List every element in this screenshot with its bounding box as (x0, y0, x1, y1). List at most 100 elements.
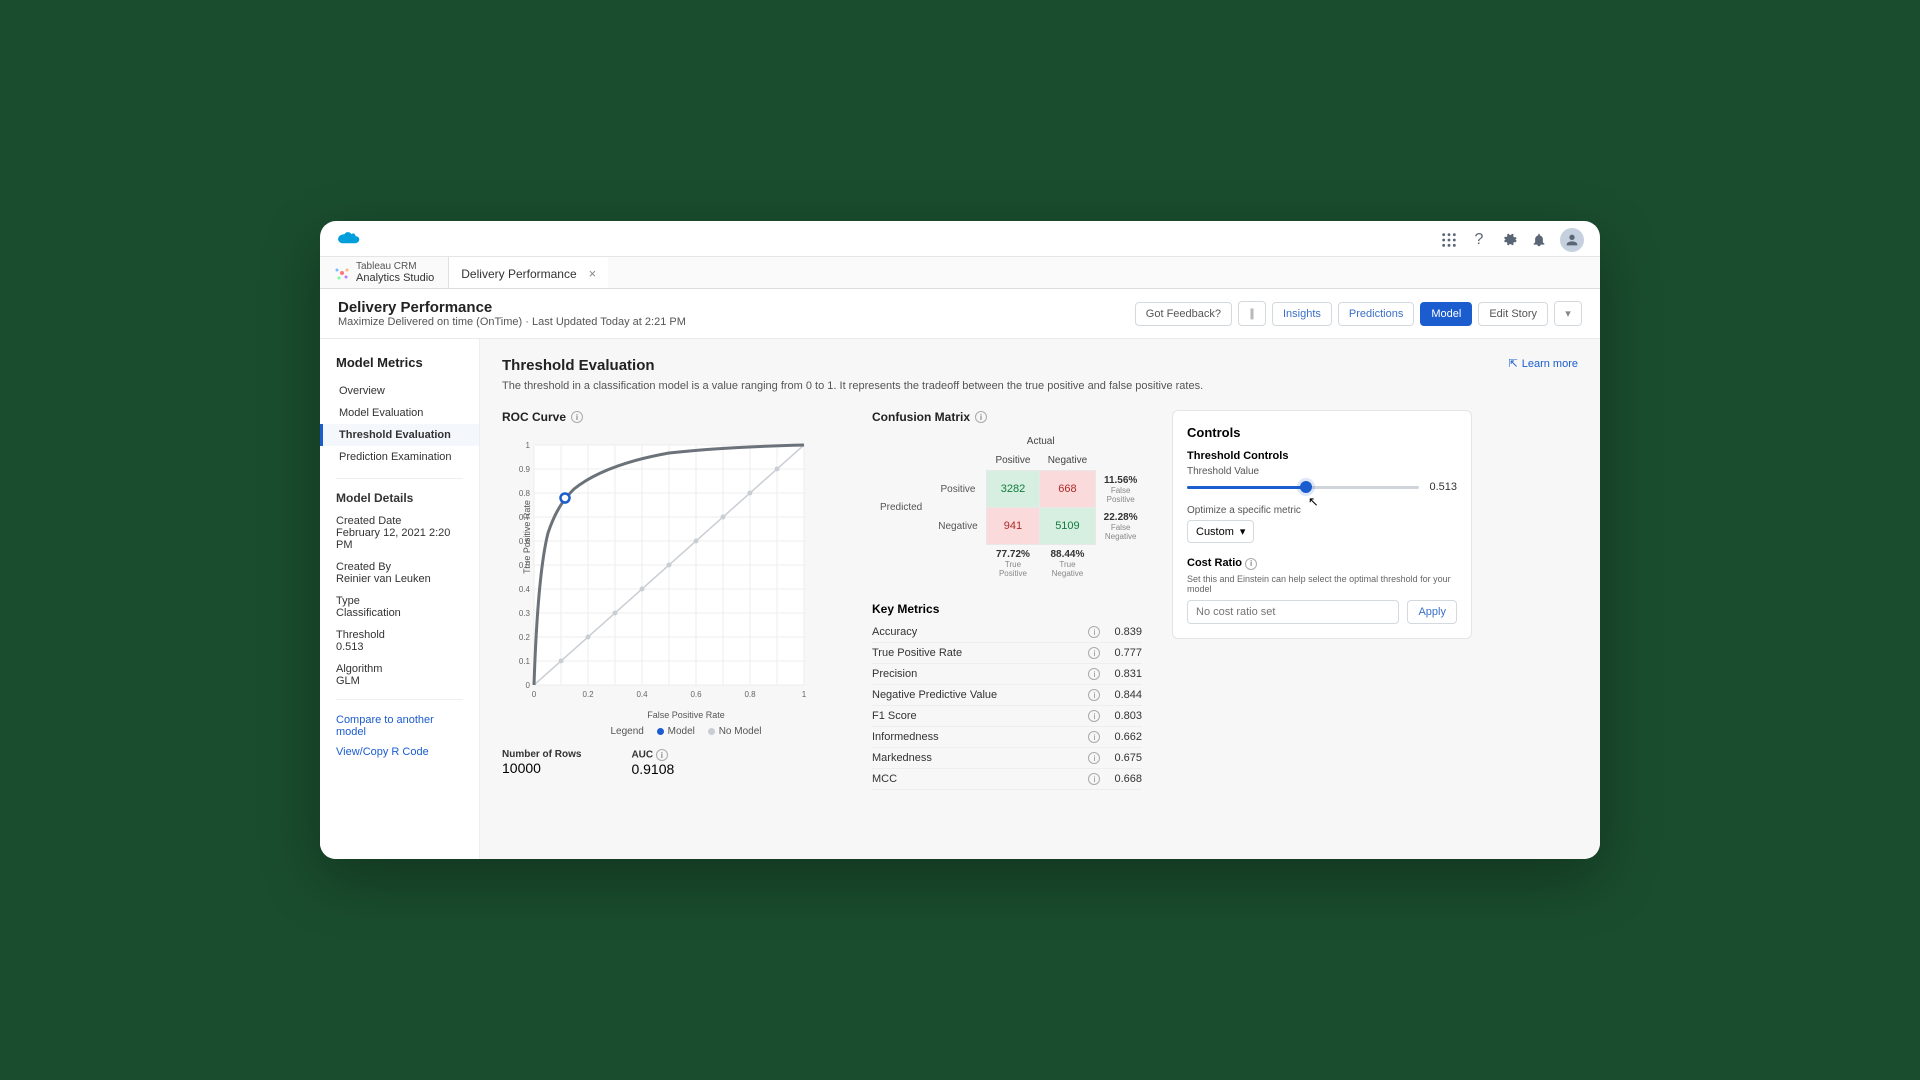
conf-colpos-pct: 77.72% (994, 549, 1031, 560)
cost-desc: Set this and Einstein can help select th… (1187, 574, 1457, 594)
apply-button[interactable]: Apply (1407, 600, 1457, 624)
sidebar-heading: Model Metrics (320, 351, 479, 380)
km-value: 0.831 (1114, 668, 1142, 680)
svg-text:0.8: 0.8 (744, 690, 756, 699)
sidebar-item-model-evaluation[interactable]: Model Evaluation (320, 402, 479, 424)
conf-fp-sub: False Positive (1104, 486, 1138, 504)
app-tab-analytics-studio[interactable]: Tableau CRM Analytics Studio (320, 257, 449, 288)
threshold-heading: Threshold Controls (1187, 450, 1457, 462)
conf-fn: 941 (986, 508, 1039, 545)
key-metrics-title: Key Metrics (872, 602, 1142, 616)
got-feedback-button[interactable]: Got Feedback? (1135, 302, 1232, 326)
info-icon[interactable]: i (1088, 731, 1100, 743)
dropdown-button[interactable]: ▾ (1554, 301, 1582, 326)
km-label: Negative Predictive Value (872, 689, 997, 701)
page-subtitle: Maximize Delivered on time (OnTime) · La… (338, 316, 686, 328)
predictions-button[interactable]: Predictions (1338, 302, 1414, 326)
tabs-row: Tableau CRM Analytics Studio Delivery Pe… (320, 257, 1600, 289)
svg-text:1: 1 (526, 441, 531, 450)
roc-legend: Legend Model No Model (530, 726, 842, 737)
info-icon[interactable]: i (1245, 558, 1257, 570)
gear-icon[interactable] (1500, 231, 1518, 249)
svg-text:0.8: 0.8 (519, 489, 531, 498)
page-header: Delivery Performance Maximize Delivered … (320, 289, 1600, 339)
optimize-select[interactable]: Custom ▾ (1187, 520, 1254, 543)
chevron-down-icon: ▾ (1240, 525, 1246, 538)
info-icon[interactable]: i (1088, 710, 1100, 722)
close-icon[interactable]: × (589, 266, 597, 281)
app-tab-line2: Analytics Studio (356, 272, 434, 284)
km-value: 0.803 (1114, 710, 1142, 722)
roc-panel: ROC Curve i True Positive Rate (502, 410, 842, 777)
sidebar-divider-2 (336, 699, 463, 700)
km-value: 0.839 (1114, 626, 1142, 638)
sidebar-item-overview[interactable]: Overview (320, 380, 479, 402)
conf-col-negative: Negative (1040, 451, 1095, 471)
conf-title: Confusion Matrix (872, 410, 970, 424)
sidebar: Model Metrics Overview Model Evaluation … (320, 339, 480, 859)
sidebar-item-prediction-examination[interactable]: Prediction Examination (320, 446, 479, 468)
conf-fn-pct: 22.28% (1104, 512, 1138, 523)
info-icon[interactable]: i (1088, 647, 1100, 659)
app-tab-line1: Tableau CRM (356, 261, 434, 272)
threshold-value: 0.513 (1429, 481, 1457, 493)
edit-story-button[interactable]: Edit Story (1478, 302, 1548, 326)
info-icon[interactable]: i (1088, 626, 1100, 638)
km-label: Informedness (872, 731, 939, 743)
info-icon[interactable]: i (1088, 689, 1100, 701)
view-r-code-link[interactable]: View/Copy R Code (320, 742, 479, 762)
tab-delivery-performance[interactable]: Delivery Performance × (449, 257, 608, 288)
conf-fn-sub: False Negative (1104, 523, 1138, 541)
info-icon[interactable]: i (571, 411, 583, 423)
conf-tn: 5109 (1040, 508, 1095, 545)
controls-panel: Controls Threshold Controls Threshold Va… (1172, 410, 1472, 639)
info-icon[interactable]: i (1088, 668, 1100, 680)
conf-row-negative: Negative (930, 508, 986, 545)
meta-created-date-value: February 12, 2021 2:20 PM (320, 527, 479, 553)
info-icon[interactable]: i (656, 749, 668, 761)
page-body: Model Metrics Overview Model Evaluation … (320, 339, 1600, 859)
app-launcher-icon[interactable] (1440, 231, 1458, 249)
threshold-slider[interactable]: ↖ (1187, 486, 1419, 489)
cost-ratio-input[interactable] (1187, 600, 1399, 624)
model-button[interactable]: Model (1420, 302, 1472, 326)
sidebar-item-threshold-evaluation[interactable]: Threshold Evaluation (320, 424, 479, 446)
cost-heading: Cost Ratio (1187, 557, 1242, 569)
key-metric-row: MCCi0.668 (872, 769, 1142, 790)
controls-title: Controls (1187, 425, 1457, 440)
insights-button[interactable]: Insights (1272, 302, 1332, 326)
sidebar-divider (336, 478, 463, 479)
svg-text:0.4: 0.4 (636, 690, 648, 699)
main-content: Threshold Evaluation The threshold in a … (480, 339, 1600, 859)
svg-text:1: 1 (802, 690, 807, 699)
km-label: Precision (872, 668, 917, 680)
threshold-label: Threshold Value (1187, 466, 1457, 477)
compare-model-link[interactable]: Compare to another model (320, 710, 479, 742)
km-label: Accuracy (872, 626, 917, 638)
learn-more-link[interactable]: ⇱ Learn more (1509, 357, 1578, 370)
conf-fp: 668 (1040, 471, 1095, 508)
svg-text:0.4: 0.4 (519, 585, 531, 594)
conf-tp: 3282 (986, 471, 1039, 508)
help-icon[interactable]: ? (1470, 231, 1488, 249)
roc-title: ROC Curve (502, 410, 566, 424)
section-title: Threshold Evaluation (502, 357, 1203, 374)
rows-label: Number of Rows (502, 749, 581, 760)
km-value: 0.777 (1114, 647, 1142, 659)
auc-label: AUC (631, 750, 653, 761)
svg-text:0.1: 0.1 (519, 657, 531, 666)
svg-text:0.9: 0.9 (519, 465, 531, 474)
km-label: MCC (872, 773, 897, 785)
info-icon[interactable]: i (1088, 752, 1100, 764)
meta-created-date-label: Created Date (320, 507, 479, 527)
avatar[interactable] (1560, 228, 1584, 252)
key-metric-row: Precision i 0.831 (872, 664, 1142, 685)
salesforce-logo-icon (336, 227, 364, 252)
page-title: Delivery Performance (338, 299, 686, 316)
pause-button[interactable]: ∥ (1238, 301, 1266, 326)
info-icon[interactable]: i (975, 411, 987, 423)
bell-icon[interactable] (1530, 231, 1548, 249)
info-icon[interactable]: i (1088, 773, 1100, 785)
meta-algorithm-value: GLM (320, 675, 479, 689)
legend-dot-model (657, 728, 664, 735)
